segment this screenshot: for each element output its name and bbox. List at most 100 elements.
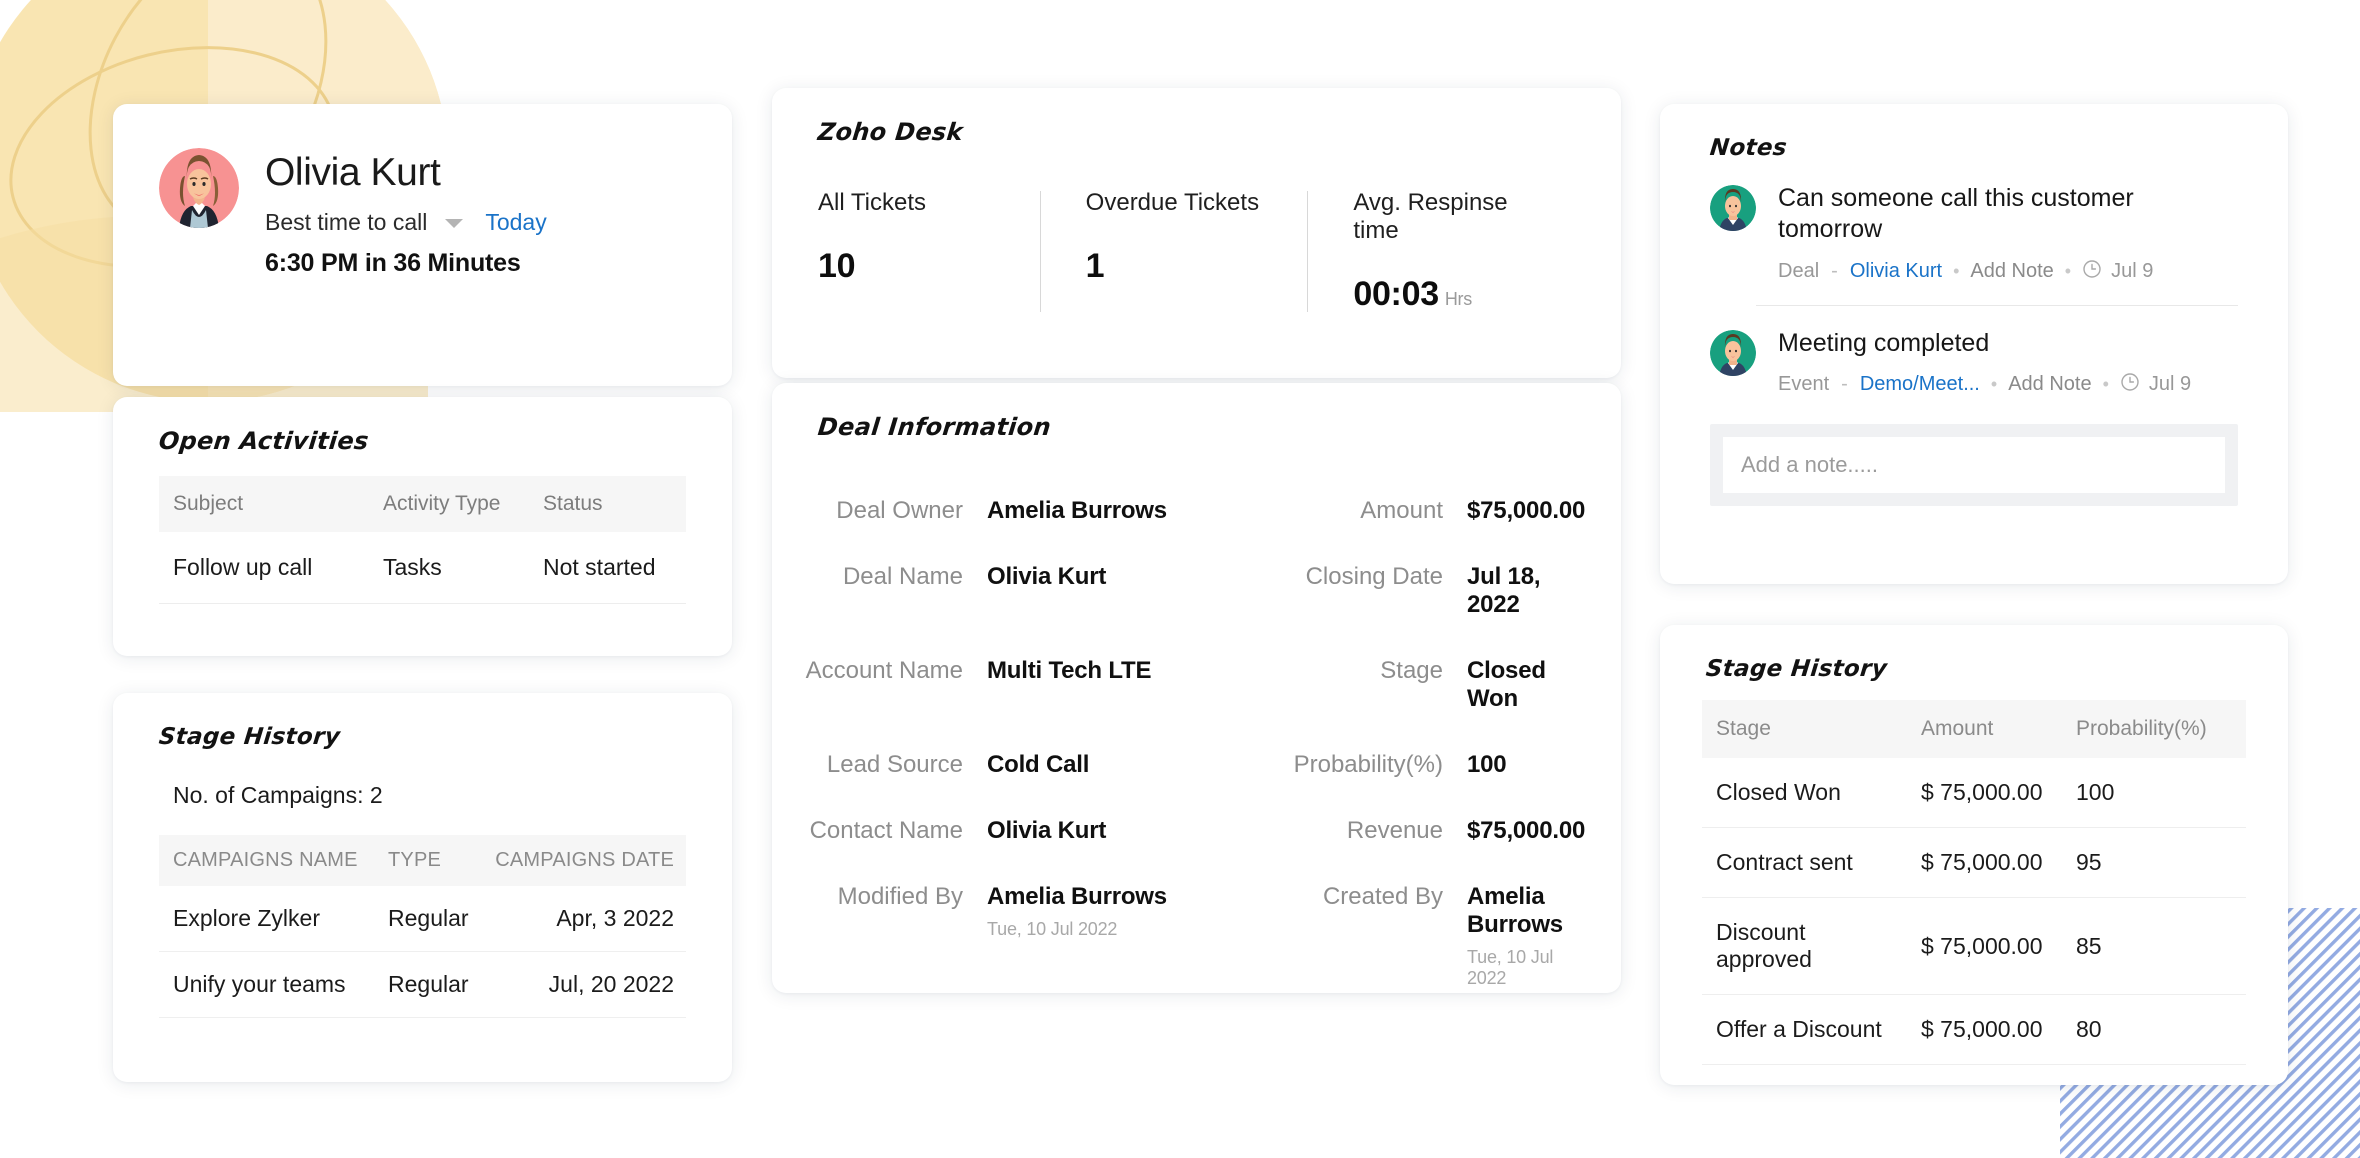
- stat-all-tickets: All Tickets 10: [818, 189, 1040, 314]
- today-link[interactable]: Today: [485, 209, 546, 236]
- field-label-created-by: Created By: [1322, 883, 1443, 910]
- field-subvalue-modified-date: Tue, 10 Jul 2022: [987, 919, 1118, 939]
- amount-cell: $ 75,000.00: [1907, 994, 2062, 1065]
- zoho-desk-card: Zoho Desk All Tickets 10 Overdue Tickets…: [772, 88, 1621, 378]
- stage-cell: Closed Won: [1702, 758, 1907, 828]
- activity-subject-link[interactable]: Follow up call: [159, 532, 369, 604]
- field-value-contact-name-link[interactable]: Olivia Kurt: [987, 798, 1287, 864]
- field-label-stage: Stage: [1380, 657, 1443, 684]
- field-value-modified-by: Amelia Burrows: [987, 883, 1167, 910]
- column-header-subject: Subject: [159, 476, 369, 532]
- probability-cell: 95: [2062, 827, 2246, 898]
- woman-avatar: [159, 148, 239, 228]
- note-meta-dash: -: [1831, 260, 1838, 282]
- campaign-name-link[interactable]: Explore Zylker: [159, 886, 374, 952]
- add-note-input[interactable]: [1723, 436, 2225, 493]
- field-label-revenue: Revenue: [1346, 817, 1443, 844]
- note-meta-dot: •: [1953, 261, 1960, 281]
- note-record-link[interactable]: Olivia Kurt: [1850, 260, 1942, 283]
- heading-text: Notes: [1708, 135, 1789, 161]
- chevron-down-icon[interactable]: [445, 219, 464, 229]
- add-note-action[interactable]: Add Note: [1970, 260, 2053, 283]
- deal-information-card: Deal Information Deal Owner Amelia Burro…: [772, 383, 1621, 993]
- activity-status-cell: Not started: [529, 532, 686, 604]
- column-header-activity-type: Activity Type: [369, 476, 529, 532]
- amount-cell: $ 75,000.00: [1907, 897, 2062, 995]
- table-row: Offer a Discount $ 75,000.00 80: [1702, 994, 2246, 1065]
- activity-type-cell: Tasks: [369, 532, 529, 604]
- zoho-desk-heading: Zoho Desk: [772, 88, 1621, 147]
- stage-cell: Offer a Discount: [1702, 994, 1907, 1065]
- amount-cell: $ 75,000.00: [1907, 758, 2062, 828]
- note-record-link[interactable]: Demo/Meet...: [1860, 373, 1980, 396]
- column-header-probability: Probability(%): [2062, 700, 2246, 758]
- note-body: Can someone call this customer tomorrow …: [1778, 183, 2238, 285]
- table-header-row: Subject Activity Type Status: [159, 476, 686, 532]
- stage-cell: Contract sent: [1702, 827, 1907, 898]
- column-header-status: Status: [529, 476, 686, 532]
- field-label-modified-by: Modified By: [837, 883, 963, 910]
- heading-text: Open Activities: [157, 427, 371, 455]
- note-date: Jul 9: [2148, 373, 2192, 396]
- clock-icon: [2082, 259, 2102, 285]
- column-header-amount: Amount: [1907, 700, 2062, 758]
- add-note-input-wrapper: [1710, 423, 2238, 506]
- stat-value: 10: [818, 247, 856, 285]
- stage-history-table: Stage Amount Probability(%) Closed Won $…: [1702, 700, 2246, 1065]
- list-item: Can someone call this customer tomorrow …: [1660, 161, 2288, 285]
- note-meta-dash: -: [1841, 373, 1848, 396]
- note-body: Meeting completed Event - Demo/Meet... •…: [1778, 328, 2238, 398]
- campaign-name-link[interactable]: Unify your teams: [159, 951, 374, 1018]
- dashboard-page: Olivia Kurt Best time to call Today 6:30…: [0, 0, 2360, 1158]
- field-subvalue-created-date: Tue, 10 Jul 2022: [1467, 947, 1554, 988]
- column-header-type: TYPE: [374, 835, 479, 886]
- campaign-date-cell: Apr, 3 2022: [479, 886, 686, 952]
- open-activities-heading: Open Activities: [113, 397, 732, 456]
- note-meta: Event - Demo/Meet... • Add Note • Jul 9: [1778, 372, 2238, 398]
- field-value-account-name-link[interactable]: Multi Tech LTE: [987, 638, 1287, 704]
- deal-information-heading: Deal Information: [772, 383, 1621, 442]
- best-time-label: Best time to call: [265, 208, 428, 235]
- campaign-date-cell: Jul, 20 2022: [479, 951, 686, 1018]
- column-header-campaigns-name: CAMPAIGNS NAME: [159, 835, 374, 886]
- field-label-deal-name: Deal Name: [842, 563, 963, 590]
- table-row: Unify your teams Regular Jul, 20 2022: [159, 951, 686, 1018]
- heading-text: Stage History: [157, 724, 342, 750]
- note-module: Deal: [1778, 260, 1820, 282]
- table-row: Closed Won $ 75,000.00 100: [1702, 758, 2246, 828]
- campaign-count-label: No. of Campaigns: 2: [173, 782, 383, 808]
- stat-label: All Tickets: [818, 189, 927, 216]
- field-value-closing-date: Jul 18, 2022: [1467, 563, 1541, 618]
- notes-card: Notes Can someone call this customer tom…: [1660, 104, 2288, 584]
- field-value-stage: Closed Won: [1467, 657, 1546, 712]
- field-label-deal-owner: Deal Owner: [836, 497, 963, 524]
- table-row: Explore Zylker Regular Apr, 3 2022: [159, 886, 686, 952]
- open-activities-table: Subject Activity Type Status Follow up c…: [159, 476, 686, 604]
- field-label-probability: Probability(%): [1293, 751, 1443, 778]
- stat-label: Overdue Tickets: [1085, 189, 1260, 216]
- stat-avg-response-time: Avg. Respinse time 00:03 Hrs: [1307, 189, 1575, 314]
- table-row: Follow up call Tasks Not started: [159, 532, 686, 604]
- page-title: Olivia Kurt: [265, 151, 441, 194]
- field-label-amount: Amount: [1360, 497, 1443, 524]
- note-date: Jul 9: [2111, 260, 2154, 282]
- campaigns-table: CAMPAIGNS NAME TYPE CAMPAIGNS DATE Explo…: [159, 835, 686, 1018]
- field-value-created-by-wrap: Amelia Burrows Tue, 10 Jul 2022: [1467, 864, 1585, 1008]
- best-time-value: 6:30 PM in 36 Minutes: [265, 248, 521, 277]
- probability-cell: 100: [2062, 758, 2246, 828]
- field-label-lead-source: Lead Source: [826, 751, 963, 778]
- heading-text: Deal Information: [816, 413, 1053, 441]
- field-label-account-name: Account Name: [805, 657, 963, 684]
- note-text: Meeting completed: [1778, 328, 1990, 357]
- stat-value: 00:03: [1353, 275, 1439, 313]
- stat-label: Avg. Respinse time: [1353, 189, 1508, 244]
- man-avatar: [1710, 329, 1756, 376]
- list-item: Meeting completed Event - Demo/Meet... •…: [1660, 306, 2288, 398]
- field-label-contact-name: Contact Name: [809, 817, 963, 844]
- deal-information-grid: Deal Owner Amelia Burrows Amount $75,000…: [772, 478, 1586, 1008]
- man-avatar: [1710, 185, 1756, 231]
- field-value-deal-owner: Amelia Burrows: [987, 497, 1167, 524]
- table-row: Contract sent $ 75,000.00 95: [1702, 827, 2246, 898]
- profile-card: Olivia Kurt Best time to call Today 6:30…: [113, 104, 732, 386]
- add-note-action[interactable]: Add Note: [2008, 373, 2091, 396]
